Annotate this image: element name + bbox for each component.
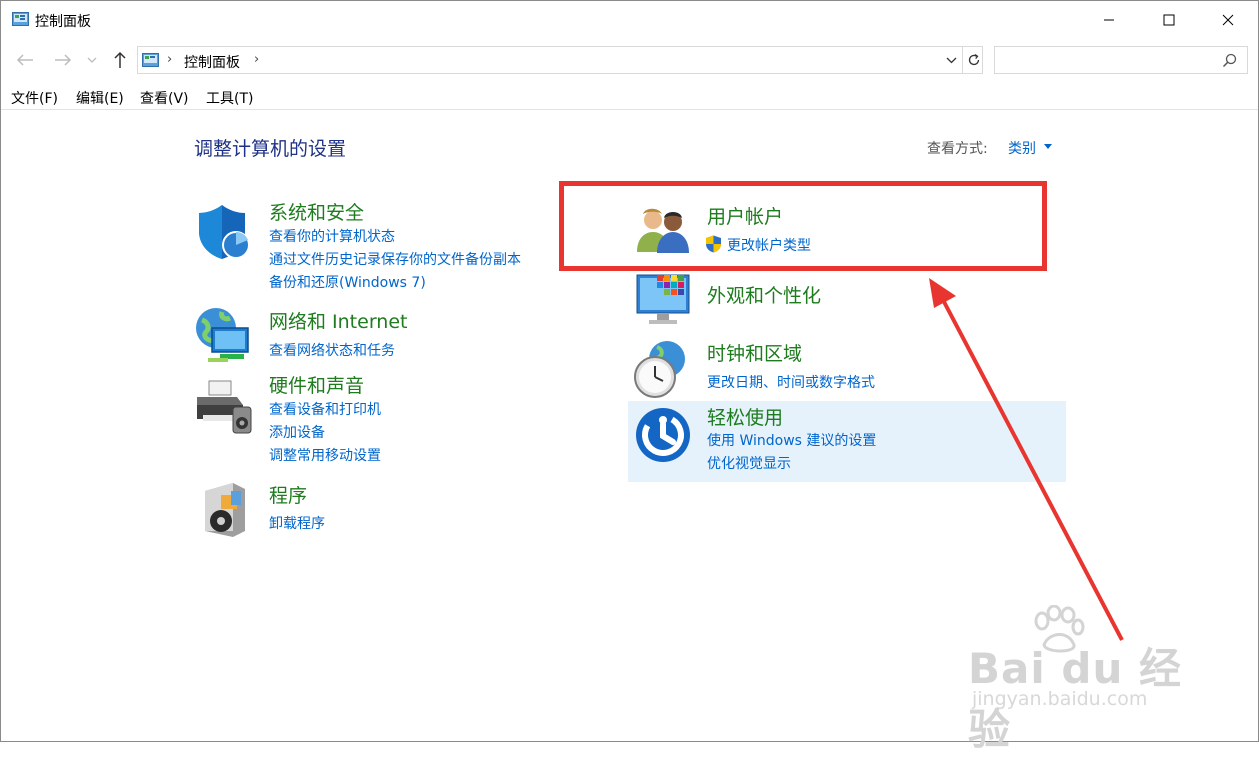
breadcrumb-separator-end[interactable]: › (254, 52, 259, 67)
maximize-button[interactable] (1139, 1, 1199, 39)
network-globe-icon[interactable] (194, 306, 254, 364)
view-by-label: 查看方式: (927, 141, 988, 157)
menu-file[interactable]: 文件(F) (11, 88, 58, 108)
category-hardware-sound[interactable]: 硬件和声音 (269, 371, 364, 398)
category-system-security[interactable]: 系统和安全 (269, 198, 364, 225)
category-network-internet[interactable]: 网络和 Internet (269, 307, 407, 334)
recent-locations-button[interactable] (84, 49, 100, 71)
address-dropdown-button[interactable] (942, 51, 960, 69)
chevron-down-icon (87, 57, 97, 63)
view-by-dropdown[interactable]: 类别 (1008, 138, 1036, 158)
refresh-icon (968, 53, 979, 66)
address-bar[interactable]: › 控制面板 › (137, 46, 983, 74)
link-change-date-time-format[interactable]: 更改日期、时间或数字格式 (707, 372, 875, 392)
link-devices-printers[interactable]: 查看设备和打印机 (269, 399, 381, 419)
search-icon[interactable] (1222, 53, 1237, 68)
maximize-icon (1163, 14, 1175, 26)
baidu-jingyan-watermark: Bai du 经验 jingyan.baidu.com (960, 605, 1200, 754)
menu-bar: 文件(F) 编辑(E) 查看(V) 工具(T) (1, 85, 1258, 110)
breadcrumb-separator[interactable]: › (167, 52, 172, 67)
link-optimize-visual-display[interactable]: 优化视觉显示 (707, 453, 791, 473)
category-clock-region[interactable]: 时钟和区域 (707, 339, 802, 366)
watermark-url: jingyan.baidu.com (972, 688, 1148, 710)
back-arrow-icon (16, 54, 33, 66)
page-title: 调整计算机的设置 (194, 138, 347, 160)
category-ease-of-access[interactable]: 轻松使用 (707, 403, 783, 430)
forward-arrow-icon (55, 54, 72, 66)
chevron-down-icon (946, 57, 956, 64)
link-check-computer-status[interactable]: 查看你的计算机状态 (269, 226, 395, 246)
appearance-monitor-icon[interactable] (635, 273, 693, 327)
minimize-button[interactable] (1079, 1, 1139, 39)
link-network-status[interactable]: 查看网络状态和任务 (269, 340, 395, 360)
refresh-button[interactable] (962, 47, 984, 73)
link-backup-restore[interactable]: 备份和还原(Windows 7) (269, 272, 426, 292)
link-recommended-settings[interactable]: 使用 Windows 建议的设置 (707, 430, 876, 450)
link-add-device[interactable]: 添加设备 (269, 422, 325, 442)
programs-box-icon[interactable] (201, 481, 249, 537)
control-panel-location-icon (142, 53, 159, 67)
up-arrow-icon (114, 51, 126, 68)
breadcrumb-control-panel[interactable]: 控制面板 (184, 52, 240, 72)
forward-button[interactable] (52, 49, 74, 71)
back-button[interactable] (14, 49, 36, 71)
shield-icon[interactable] (196, 203, 252, 261)
caret-down-icon[interactable] (1044, 144, 1052, 149)
menu-view[interactable]: 查看(V) (140, 88, 189, 108)
control-panel-app-icon (12, 12, 29, 26)
category-appearance[interactable]: 外观和个性化 (707, 281, 821, 308)
close-button[interactable] (1198, 1, 1258, 39)
menu-edit[interactable]: 编辑(E) (76, 88, 124, 108)
close-icon (1222, 14, 1234, 26)
clock-globe-icon[interactable] (631, 339, 691, 399)
minimize-icon (1104, 19, 1114, 21)
printer-icon[interactable] (195, 379, 255, 437)
link-mobility-settings[interactable]: 调整常用移动设置 (269, 445, 381, 465)
up-button[interactable] (109, 49, 131, 71)
window-title: 控制面板 (35, 14, 91, 30)
link-uninstall-program[interactable]: 卸载程序 (269, 513, 325, 533)
title-bar: 控制面板 (1, 1, 1258, 39)
menu-tools[interactable]: 工具(T) (206, 88, 253, 108)
ease-of-access-icon[interactable] (634, 406, 692, 464)
link-file-history-backup[interactable]: 通过文件历史记录保存你的文件备份副本 (269, 249, 521, 269)
category-programs[interactable]: 程序 (269, 481, 307, 508)
search-box[interactable] (994, 46, 1248, 74)
annotation-highlight-box (559, 181, 1047, 271)
